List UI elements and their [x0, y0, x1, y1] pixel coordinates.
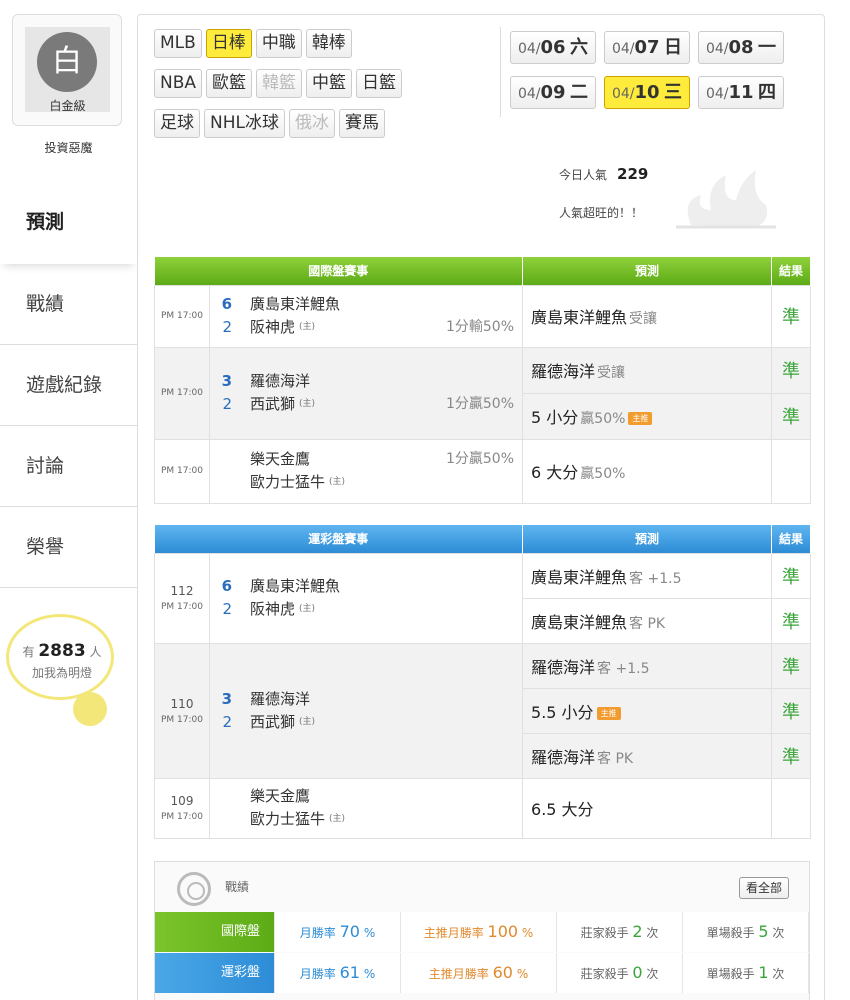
- intl-header-match: 國際盤賽事: [154, 257, 524, 285]
- prediction: 5.5 小分 主推: [522, 687, 773, 734]
- match-teams: 3 羅德海洋 2 西武獅 (主) 1分贏50%: [208, 346, 524, 440]
- rank-label: 白金級: [49, 99, 86, 113]
- match-time: 109 PM 17:00: [154, 777, 210, 839]
- date-0409[interactable]: 04/09 二: [510, 76, 596, 109]
- table-row: PM 17:00 3 羅德海洋 2 西武獅 (主) 1分贏50% 羅德海洋 受讓 準: [154, 346, 812, 440]
- table-row: 109 PM 17:00 樂天金鷹 歐力士猛牛 (主) 6.5 大分: [154, 777, 812, 839]
- result: [771, 438, 812, 504]
- record-title: 戰績: [225, 880, 250, 894]
- league-korea-basketball: 韓籃: [256, 69, 303, 98]
- username: 投資惡魔: [44, 141, 93, 155]
- sidebar: 白 白金級 投資惡魔 預測 戰績 遊戲紀錄 討論 榮譽 有 2883 人 加我為…: [0, 0, 137, 1000]
- prediction: 5 小分 贏50% 主推: [522, 392, 773, 440]
- rank-icon: 白: [37, 32, 97, 92]
- divider: [500, 27, 501, 117]
- record-summary: 戰績 看全部 國際盤 月勝率 70 % 主推月勝率 100 % 莊家殺手 2 次…: [154, 861, 810, 1000]
- avatar: 白 白金級: [25, 27, 110, 113]
- result: 準: [771, 687, 812, 734]
- main-panel: MLB 日棒 中職 韓棒 NBA 歐籃 韓籃 中籃 日籃 足球 NHL冰球 俄冰…: [137, 14, 825, 1000]
- match-teams: 6 廣島東洋鯉魚 2 阪神虎 (主) 1分輸50%: [208, 284, 524, 348]
- league-nba[interactable]: NBA: [154, 69, 203, 98]
- nav-item-discussion[interactable]: 討論: [0, 426, 137, 507]
- intl-match-table: 國際盤賽事 預測 結果 PM 17:00 6 廣島東洋鯉魚 2 阪神虎 (主) 1分輸5…: [154, 257, 812, 504]
- intl-header-result: 結果: [771, 257, 812, 285]
- view-all-button[interactable]: 看全部: [738, 877, 789, 899]
- league-cpbl[interactable]: 中職: [255, 29, 302, 58]
- fans-count: 有 2883 人: [22, 641, 102, 661]
- league-npb[interactable]: 日棒: [205, 29, 252, 58]
- date-0406[interactable]: 04/06 六: [510, 31, 596, 64]
- profile-card[interactable]: 白 白金級: [12, 14, 122, 126]
- prediction: 6.5 大分: [522, 777, 773, 839]
- prediction: 6 大分 贏50%: [522, 438, 773, 504]
- table-row: PM 17:00 6 廣島東洋鯉魚 2 阪神虎 (主) 1分輸50% 廣島東洋鯉魚 受讓 …: [154, 284, 812, 348]
- date-selector: 04/06 六 04/07 日 04/08 一 04/09 二 04/10 三 …: [510, 31, 800, 121]
- result: 準: [771, 552, 812, 599]
- nav-item-honors[interactable]: 榮譽: [0, 507, 137, 588]
- match-teams: 樂天金鷹 歐力士猛牛 (主): [208, 777, 524, 839]
- league-mlb[interactable]: MLB: [154, 29, 202, 58]
- popularity-counter: 今日人氣 229: [559, 165, 649, 183]
- prediction: 羅德海洋 受讓: [522, 346, 773, 394]
- record-row-intl: 國際盤 月勝率 70 % 主推月勝率 100 % 莊家殺手 2 次 單場殺手 5…: [155, 912, 809, 952]
- prediction: 廣島東洋鯉魚 受讓: [522, 284, 773, 348]
- league-nhl[interactable]: NHL冰球: [204, 109, 285, 138]
- match-teams: 樂天金鷹 1分贏50% 歐力士猛牛 (主): [208, 438, 524, 504]
- sidebar-nav: 預測 戰績 遊戲紀錄 討論 榮譽: [0, 180, 137, 588]
- result: 準: [771, 392, 812, 440]
- league-soccer[interactable]: 足球: [154, 109, 200, 138]
- prediction: 羅德海洋客 PK: [522, 732, 773, 779]
- prediction: 廣島東洋鯉魚客 PK: [522, 597, 773, 644]
- match-time: PM 17:00: [154, 438, 210, 504]
- record-row-sports: 運彩盤 月勝率 61 % 主推月勝率 60 % 莊家殺手 0 次 單場殺手 1 …: [155, 953, 809, 993]
- date-0408[interactable]: 04/08 一: [698, 31, 784, 64]
- result: 準: [771, 284, 812, 348]
- prediction: 羅德海洋客 +1.5: [522, 642, 773, 689]
- league-khl: 俄冰: [288, 109, 335, 138]
- sports-header-prediction: 預測: [522, 525, 773, 553]
- table-row: PM 17:00 樂天金鷹 1分贏50% 歐力士猛牛 (主) 6 大分 贏50%: [154, 438, 812, 504]
- match-time: 112 PM 17:00: [154, 552, 210, 644]
- result: 準: [771, 732, 812, 779]
- table-row: 112 PM 17:00 6 廣島東洋鯉魚 2 阪神虎 (主) 廣島東洋鯉魚客 +1.5…: [154, 552, 812, 644]
- popularity-note: 人氣超旺的！！: [559, 206, 644, 220]
- league-china-basketball[interactable]: 中籃: [306, 69, 353, 98]
- fans-text: 加我為明燈: [31, 666, 92, 680]
- intl-header-prediction: 預測: [522, 257, 773, 285]
- nav-item-game-log[interactable]: 遊戲紀錄: [0, 345, 137, 426]
- nav-item-record[interactable]: 戰績: [0, 264, 137, 345]
- match-time: 110 PM 17:00: [154, 642, 210, 779]
- result: 準: [771, 597, 812, 644]
- result: [771, 777, 812, 839]
- table-row: 110 PM 17:00 3 羅德海洋 2 西武獅 (主) 羅德海洋客 +1.5 準: [154, 642, 812, 779]
- match-teams: 3 羅德海洋 2 西武獅 (主): [208, 642, 524, 779]
- match-teams: 6 廣島東洋鯉魚 2 阪神虎 (主): [208, 552, 524, 644]
- featured-badge: 主推: [628, 412, 653, 425]
- match-time: PM 17:00: [154, 346, 210, 440]
- follow-lamp[interactable]: 有 2883 人 加我為明燈: [6, 614, 118, 729]
- featured-badge: 主推: [596, 706, 621, 720]
- date-0411[interactable]: 04/11 四: [698, 76, 784, 109]
- fire-decoration-icon: [676, 170, 776, 229]
- league-horse-racing[interactable]: 賽馬: [338, 109, 385, 138]
- date-0407[interactable]: 04/07 日: [604, 31, 690, 64]
- result: 準: [771, 346, 812, 394]
- sports-header-result: 結果: [771, 525, 812, 553]
- result: 準: [771, 642, 812, 689]
- league-japan-basketball[interactable]: 日籃: [356, 69, 403, 98]
- target-icon: [177, 872, 211, 906]
- sports-lottery-match-table: 運彩盤賽事 預測 結果 112 PM 17:00 6 廣島東洋鯉魚 2 阪神虎 (主) …: [154, 525, 812, 839]
- prediction: 廣島東洋鯉魚客 +1.5: [522, 552, 773, 599]
- league-selector: MLB 日棒 中職 韓棒 NBA 歐籃 韓籃 中籃 日籃 足球 NHL冰球 俄冰…: [154, 29, 494, 149]
- match-time: PM 17:00: [154, 284, 210, 348]
- nav-item-predictions[interactable]: 預測: [0, 180, 137, 264]
- sports-header-match: 運彩盤賽事: [154, 525, 524, 553]
- league-kbo[interactable]: 韓棒: [305, 29, 352, 58]
- date-0410[interactable]: 04/10 三: [604, 76, 690, 109]
- league-euro-basketball[interactable]: 歐籃: [206, 69, 253, 98]
